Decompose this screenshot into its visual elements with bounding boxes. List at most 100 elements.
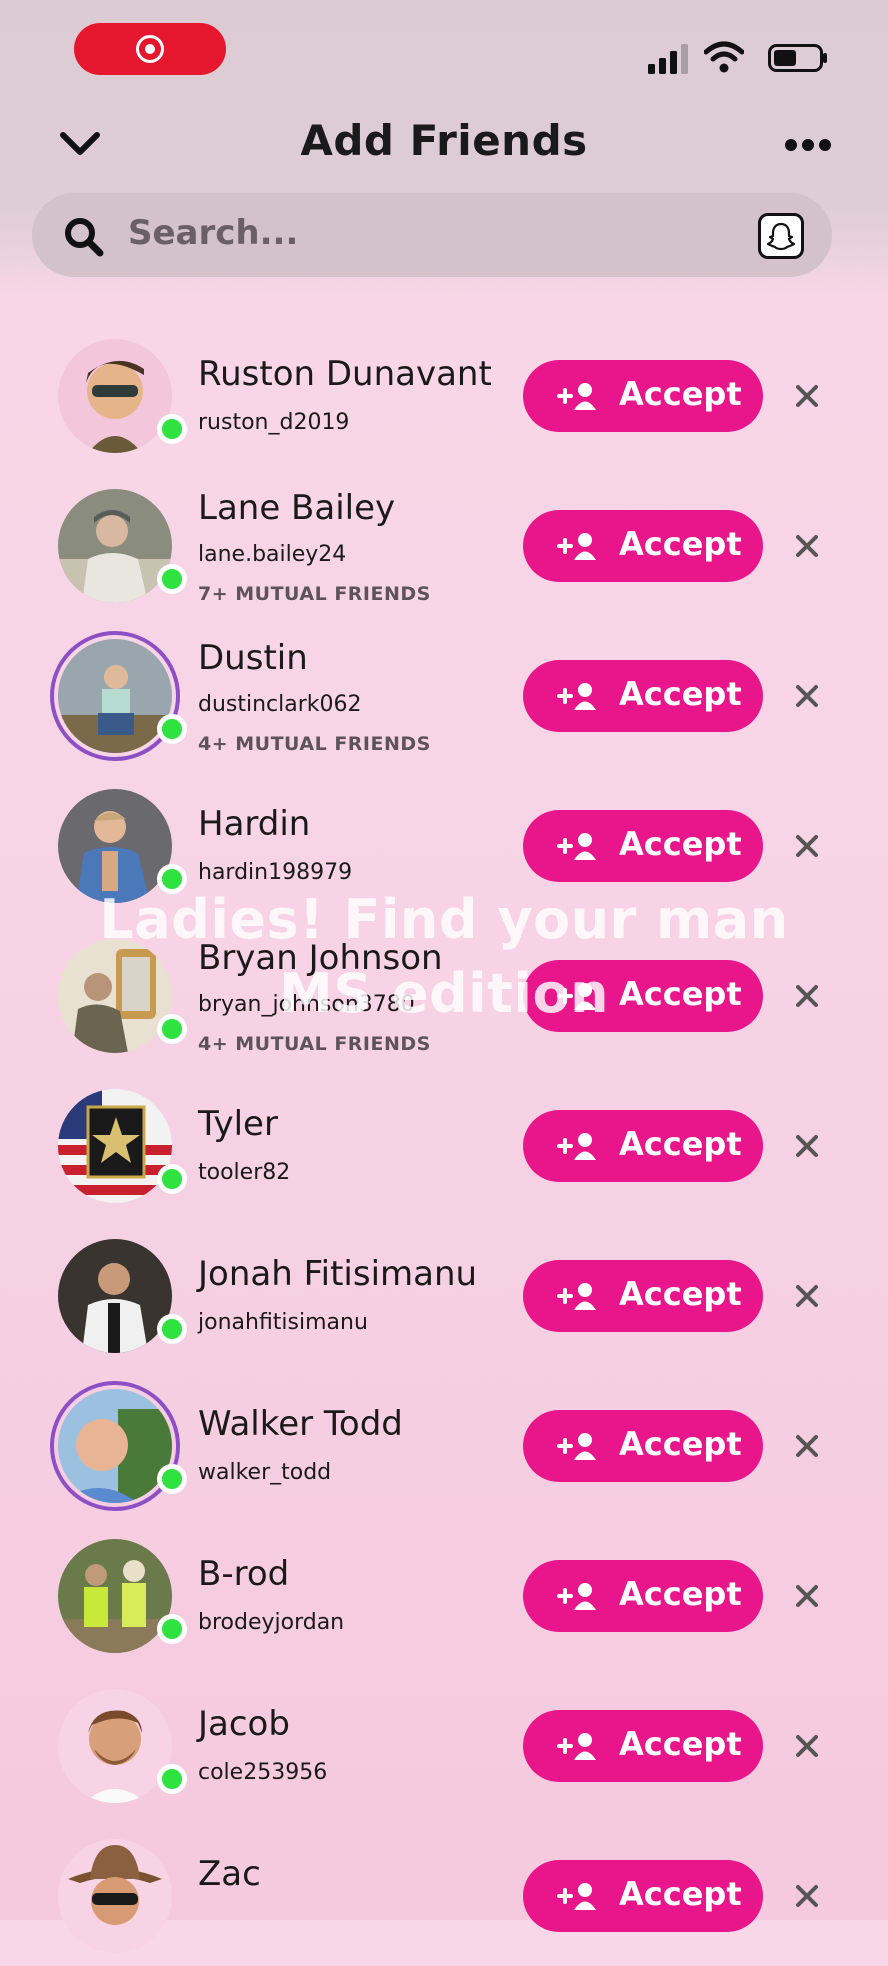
friend-username: jonahfitisimanu	[198, 1310, 368, 1335]
accept-label: Accept	[619, 1575, 742, 1613]
close-icon[interactable]	[795, 1134, 819, 1158]
wifi-icon	[704, 41, 744, 73]
add-friend-icon	[557, 1883, 596, 1910]
avatar[interactable]	[58, 339, 172, 453]
snapcode-button[interactable]	[758, 213, 804, 259]
list-item: Lane Bailey lane.bailey24 7+ MUTUAL FRIE…	[0, 476, 888, 616]
accept-label: Accept	[619, 1725, 742, 1763]
add-friend-icon	[557, 1433, 596, 1460]
list-item: Walker Todd walker_todd Accept	[0, 1376, 888, 1516]
friend-username: dustinclark062	[198, 692, 362, 717]
friend-name[interactable]: Ruston Dunavant	[198, 354, 492, 394]
avatar[interactable]	[58, 789, 172, 903]
online-status-indicator	[157, 414, 187, 444]
friend-name[interactable]: B-rod	[198, 1554, 289, 1594]
close-icon[interactable]	[795, 1734, 819, 1758]
friend-name[interactable]: Lane Bailey	[198, 488, 395, 528]
friend-username: ruston_d2019	[198, 410, 350, 435]
close-icon[interactable]	[795, 1434, 819, 1458]
overlay-caption-line-2: MS edition	[278, 962, 610, 1025]
friend-username: hardin198979	[198, 860, 353, 885]
list-item: Ruston Dunavant ruston_d2019 Accept	[0, 326, 888, 466]
accept-button[interactable]: Accept	[523, 510, 763, 582]
accept-button[interactable]: Accept	[523, 1110, 763, 1182]
add-friend-icon	[557, 1583, 596, 1610]
close-icon[interactable]	[795, 1584, 819, 1608]
accept-button[interactable]: Accept	[523, 1860, 763, 1932]
friend-name[interactable]: Tyler	[198, 1104, 278, 1144]
accept-button[interactable]: Accept	[523, 660, 763, 732]
cellular-signal-icon	[648, 44, 688, 74]
accept-button[interactable]: Accept	[523, 810, 763, 882]
more-options-icon[interactable]	[784, 132, 832, 158]
friend-name[interactable]: Jacob	[198, 1704, 290, 1744]
online-status-indicator	[157, 564, 187, 594]
list-item: Dustin dustinclark062 4+ MUTUAL FRIENDS …	[0, 626, 888, 766]
ghost-icon	[767, 222, 795, 251]
friend-username: brodeyjordan	[198, 1610, 345, 1635]
avatar[interactable]	[58, 1389, 172, 1503]
list-item: Jacob cole253956 Accept	[0, 1676, 888, 1816]
friend-username: walker_todd	[198, 1460, 332, 1485]
add-friend-icon	[557, 1283, 596, 1310]
accept-button[interactable]: Accept	[523, 1560, 763, 1632]
accept-label: Accept	[619, 525, 742, 563]
add-friend-icon	[557, 833, 596, 860]
friend-name[interactable]: Walker Todd	[198, 1404, 403, 1444]
online-status-indicator	[157, 1464, 187, 1494]
friend-username: cole253956	[198, 1760, 328, 1785]
accept-label: Accept	[619, 825, 742, 863]
record-icon	[136, 35, 164, 63]
close-icon[interactable]	[795, 384, 819, 408]
add-friend-icon	[557, 1133, 596, 1160]
avatar[interactable]	[58, 639, 172, 753]
avatar[interactable]	[58, 489, 172, 603]
list-item: Jonah Fitisimanu jonahfitisimanu Accept	[0, 1226, 888, 1366]
friend-name[interactable]: Hardin	[198, 804, 310, 844]
online-status-indicator	[157, 1764, 187, 1794]
accept-label: Accept	[619, 1125, 742, 1163]
accept-button[interactable]: Accept	[523, 360, 763, 432]
mutual-friends-label: 4+ MUTUAL FRIENDS	[198, 1033, 431, 1055]
accept-label: Accept	[619, 1425, 742, 1463]
accept-button[interactable]: Accept	[523, 1410, 763, 1482]
close-icon[interactable]	[795, 1284, 819, 1308]
accept-button[interactable]: Accept	[523, 1710, 763, 1782]
add-friend-icon	[557, 1733, 596, 1760]
overlay-caption-line-1: Ladies! Find your man	[99, 888, 789, 951]
avatar[interactable]	[58, 1539, 172, 1653]
friend-name[interactable]: Zac	[198, 1854, 261, 1894]
online-status-indicator	[157, 1164, 187, 1194]
list-item: Zac Accept	[0, 1826, 888, 1966]
online-status-indicator	[157, 1614, 187, 1644]
list-item: B-rod brodeyjordan Accept	[0, 1526, 888, 1666]
screen-recording-indicator[interactable]	[74, 23, 226, 75]
list-item: Tyler tooler82 Accept	[0, 1076, 888, 1216]
close-icon[interactable]	[795, 1884, 819, 1908]
online-status-indicator	[157, 714, 187, 744]
friend-username: tooler82	[198, 1160, 291, 1185]
search-input[interactable]: Search...	[32, 193, 832, 277]
page-title: Add Friends	[300, 116, 588, 165]
accept-button[interactable]: Accept	[523, 1260, 763, 1332]
close-icon[interactable]	[795, 834, 819, 858]
accept-label: Accept	[619, 675, 742, 713]
add-friend-icon	[557, 533, 596, 560]
accept-label: Accept	[619, 1875, 742, 1913]
add-friend-icon	[557, 683, 596, 710]
friend-name[interactable]: Dustin	[198, 638, 308, 678]
accept-label: Accept	[619, 375, 742, 413]
avatar[interactable]	[58, 1089, 172, 1203]
online-status-indicator	[157, 1314, 187, 1344]
friend-username: lane.bailey24	[198, 542, 347, 567]
add-friend-icon	[557, 383, 596, 410]
avatar[interactable]	[58, 1689, 172, 1803]
search-icon	[65, 218, 104, 257]
friend-name[interactable]: Jonah Fitisimanu	[198, 1254, 477, 1294]
close-icon[interactable]	[795, 534, 819, 558]
avatar[interactable]	[58, 1839, 172, 1953]
close-icon[interactable]	[795, 684, 819, 708]
mutual-friends-label: 7+ MUTUAL FRIENDS	[198, 583, 431, 605]
avatar[interactable]	[58, 1239, 172, 1353]
mutual-friends-label: 4+ MUTUAL FRIENDS	[198, 733, 431, 755]
